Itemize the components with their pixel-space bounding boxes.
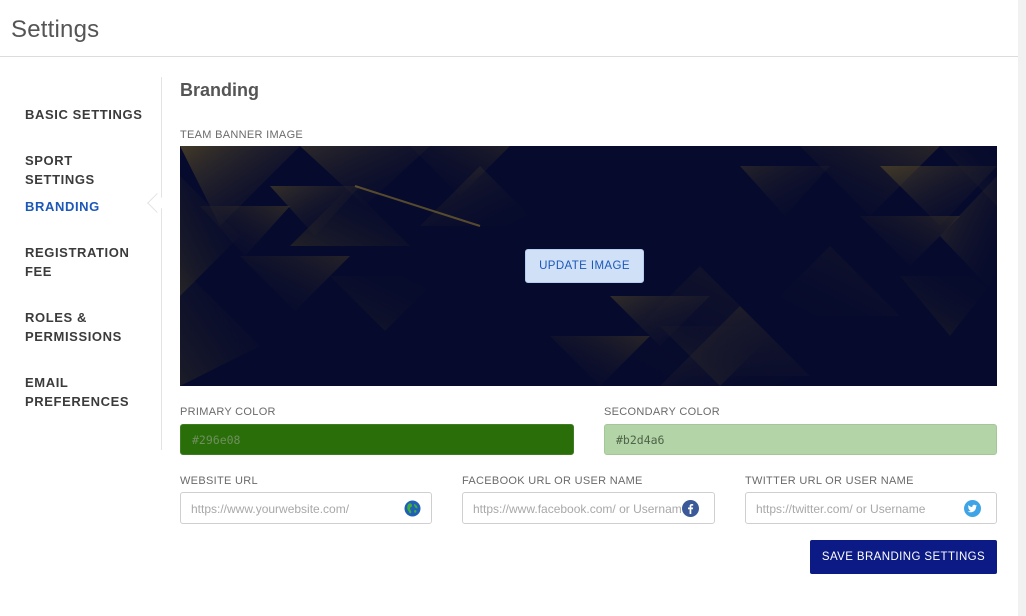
twitter-url-label: TWITTER URL OR USER NAME [745, 475, 914, 487]
scrollbar-track[interactable] [1018, 0, 1026, 616]
website-url-label: WEBSITE URL [180, 475, 258, 487]
banner-label: TEAM BANNER IMAGE [180, 129, 304, 141]
twitter-url-field [745, 492, 997, 524]
facebook-url-input[interactable] [473, 500, 681, 517]
website-url-field [180, 492, 432, 524]
update-image-button[interactable]: UPDATE IMAGE [525, 249, 644, 283]
facebook-url-field [462, 492, 715, 524]
twitter-icon [964, 500, 981, 517]
sidebar-item-branding[interactable]: BRANDING [25, 197, 145, 216]
page-title: Settings [11, 16, 100, 43]
twitter-url-input[interactable] [756, 500, 964, 517]
section-title: Branding [180, 80, 259, 100]
team-banner-image: UPDATE IMAGE [180, 146, 997, 386]
secondary-color-field[interactable]: #b2d4a6 [604, 424, 997, 455]
primary-color-field[interactable]: #296e08 [180, 424, 574, 455]
sidebar-item-sport-settings[interactable]: SPORT SETTINGS [25, 151, 145, 189]
sidebar-item-email-preferences[interactable]: EMAIL PREFERENCES [25, 373, 137, 411]
facebook-icon [682, 500, 699, 517]
facebook-url-label: FACEBOOK URL OR USER NAME [462, 475, 643, 487]
settings-sidebar: BASIC SETTINGS SPORT SETTINGS BRANDING R… [0, 77, 162, 450]
save-branding-button[interactable]: SAVE BRANDING SETTINGS [810, 540, 997, 574]
globe-icon [404, 500, 421, 517]
sidebar-item-registration-fee[interactable]: REGISTRATION FEE [25, 243, 137, 281]
website-url-input[interactable] [191, 500, 399, 517]
secondary-color-label: SECONDARY COLOR [604, 406, 720, 418]
sidebar-item-roles-permissions[interactable]: ROLES & PERMISSIONS [25, 308, 137, 346]
page-header: Settings [0, 0, 1018, 57]
primary-color-label: PRIMARY COLOR [180, 406, 276, 418]
sidebar-item-basic-settings[interactable]: BASIC SETTINGS [25, 105, 145, 124]
